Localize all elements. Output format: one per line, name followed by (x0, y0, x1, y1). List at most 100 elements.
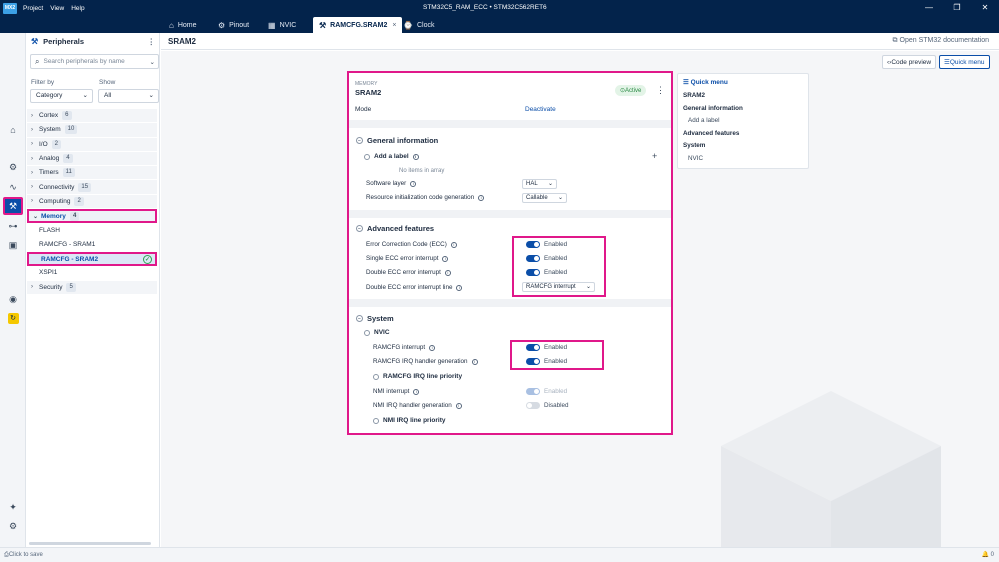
tree-item-ramcfg-sram1[interactable]: RAMCFG - SRAM1 (27, 237, 157, 252)
target-nav-icon[interactable]: ◉ (3, 290, 23, 308)
section-system[interactable]: − System (356, 314, 394, 323)
tab-close-icon[interactable]: × (392, 22, 396, 29)
tree-item-connectivity[interactable]: › Connectivity 15 (27, 180, 157, 195)
nvic-header[interactable]: NVIC (364, 329, 390, 336)
open-documentation-link[interactable]: ⧉ Open STM32 documentation (893, 37, 989, 45)
info-icon[interactable]: i (471, 358, 478, 365)
label-text: Double ECC error interrupt (366, 269, 441, 276)
info-icon[interactable]: i (413, 388, 420, 395)
single-ecc-toggle[interactable] (526, 255, 540, 262)
filter-by-select[interactable]: Category ⌄ (30, 89, 93, 103)
tree-item-memory[interactable]: ⌄ Memory 4 (27, 209, 157, 224)
close-icon[interactable]: ✕ (971, 0, 999, 16)
tab-ramcfg-sram2[interactable]: ⚒ RAMCFG.SRAM2 × (313, 17, 403, 33)
quick-menu-item-system[interactable]: System (683, 142, 803, 149)
kebab-menu-icon[interactable]: ⋮ (656, 85, 665, 96)
signal-nav-icon[interactable]: ∿ (3, 178, 23, 196)
ramcfg-irq-gen-toggle[interactable] (526, 358, 540, 365)
info-icon[interactable]: i (450, 241, 457, 248)
ramcfg-interrupt-toggle[interactable] (526, 344, 540, 351)
label-text: RAMCFG IRQ handler generation (373, 358, 468, 365)
info-icon[interactable]: i (456, 284, 463, 291)
plugin-nav-icon[interactable]: ✦ (3, 498, 23, 516)
tab-nvic[interactable]: ▦ NVIC (262, 17, 302, 33)
tree-item-security[interactable]: › Security 5 (27, 280, 157, 295)
tab-home[interactable]: ⌂ Home (163, 17, 203, 33)
quick-menu-item-general-information[interactable]: General information (683, 105, 803, 112)
tab-clock[interactable]: ⌚ Clock (397, 17, 440, 33)
double-ecc-toggle[interactable] (526, 269, 540, 276)
save-status[interactable]: Click to save (9, 552, 43, 558)
tree-item-xspi1[interactable]: XSPI1 (27, 266, 157, 281)
section-general-information[interactable]: − General information (356, 136, 438, 145)
info-icon[interactable]: i (410, 180, 417, 187)
home-nav-icon[interactable]: ⌂ (3, 121, 23, 139)
section-advanced-features[interactable]: − Advanced features (356, 224, 434, 233)
maximize-icon[interactable]: ❐ (943, 0, 971, 16)
select-value: RAMCFG interrupt (526, 284, 576, 290)
tree-item-system[interactable]: › System 10 (27, 123, 157, 138)
quick-menu-item-advanced-features[interactable]: Advanced features (683, 130, 803, 137)
search-icon: ⌕ (35, 56, 40, 66)
chip-nav-icon[interactable]: ⚙ (3, 158, 23, 176)
tree-item-cortex[interactable]: › Cortex 6 (27, 109, 157, 124)
resource-init-select[interactable]: Callable ⌄ (522, 193, 567, 203)
tab-pinout[interactable]: ⚙ Pinout (212, 17, 255, 33)
tab-bar: ⌂ Home ⚙ Pinout ▦ NVIC ⚒ RAMCFG.SRAM2 × … (0, 16, 999, 33)
double-ecc-line-label: Double ECC error interrupt line i (366, 284, 463, 291)
priority-title: NMI IRQ line priority (383, 417, 446, 424)
chevron-down-icon[interactable]: ⌄ (150, 58, 155, 66)
tree-item-flash[interactable]: FLASH (27, 223, 157, 238)
generate-nav-icon[interactable]: ↻ (3, 309, 23, 327)
nmi-irq-gen-toggle[interactable] (526, 402, 540, 409)
quick-menu-item-sram2[interactable]: SRAM2 (683, 92, 803, 99)
tree-item-ramcfg-sram2[interactable]: RAMCFG - SRAM2 ✓ (27, 251, 157, 267)
info-icon[interactable]: i (478, 194, 485, 201)
info-icon[interactable]: i (442, 255, 449, 262)
board-nav-icon[interactable]: ▣ (3, 236, 23, 254)
horizontal-scrollbar[interactable] (29, 542, 151, 545)
menu-view[interactable]: View (50, 5, 64, 12)
quick-menu-item-nvic[interactable]: NVIC (683, 155, 803, 162)
search-input[interactable]: ⌕ Search peripherals by name ⌄ (30, 54, 159, 69)
menu-project[interactable]: Project (23, 5, 43, 12)
connect-nav-icon[interactable]: ⊶ (3, 217, 23, 235)
tab-label: Pinout (229, 21, 250, 29)
deactivate-link[interactable]: Deactivate (525, 106, 556, 113)
ecc-toggle[interactable] (526, 241, 540, 248)
tree-label: I/O (39, 140, 48, 148)
activity-rail: ⌂ ⚙ ∿ ⚒ ⊶ ▣ ◉ ↻ ✦ ⚙ (0, 33, 26, 547)
tree-item-timers[interactable]: › Timers 11 (27, 166, 157, 181)
settings-nav-icon[interactable]: ⚙ (3, 517, 23, 535)
nmi-priority-header[interactable]: NMI IRQ line priority (373, 417, 445, 424)
mode-row: Mode Deactivate (355, 106, 665, 113)
double-ecc-state: Enabled (544, 269, 568, 276)
kebab-menu-icon[interactable]: ⋮ (148, 37, 156, 46)
tree-item-analog[interactable]: › Analog 4 (27, 151, 157, 167)
software-layer-select[interactable]: HAL ⌄ (522, 179, 557, 189)
info-icon[interactable]: i (429, 344, 436, 351)
single-ecc-state: Enabled (544, 255, 568, 262)
tree-item-io[interactable]: › I/O 2 (27, 137, 157, 152)
main-content: ‹› Code preview ☰ Quick menu MEMORY SRAM2… (161, 51, 999, 547)
info-icon[interactable]: i (412, 153, 419, 160)
tab-label: NVIC (279, 21, 297, 29)
ramcfg-irq-gen-state: Enabled (544, 358, 568, 365)
ramcfg-priority-header[interactable]: RAMCFG IRQ line priority (373, 373, 462, 380)
peripherals-nav-icon[interactable]: ⚒ (3, 197, 23, 215)
notification-area[interactable]: 🔔 0 (982, 551, 994, 558)
double-ecc-line-select[interactable]: RAMCFG interrupt ⌄ (522, 282, 595, 292)
add-label-header[interactable]: Add a label i (364, 153, 419, 160)
add-icon[interactable]: + (652, 151, 657, 161)
chip-icon: ⚙ (218, 20, 226, 30)
show-select[interactable]: All ⌄ (98, 89, 159, 103)
quick-menu-item-add-label[interactable]: Add a label (683, 117, 803, 124)
menu-help[interactable]: Help (71, 5, 84, 12)
minimize-icon[interactable]: — (915, 0, 943, 16)
info-icon[interactable]: i (444, 269, 451, 276)
code-preview-button[interactable]: ‹› Code preview (882, 55, 937, 69)
quick-menu-button[interactable]: ☰ Quick menu (939, 55, 990, 69)
info-icon[interactable]: i (455, 402, 462, 409)
count-badge: 2 (74, 196, 84, 206)
tree-item-computing[interactable]: › Computing 2 (27, 194, 157, 210)
